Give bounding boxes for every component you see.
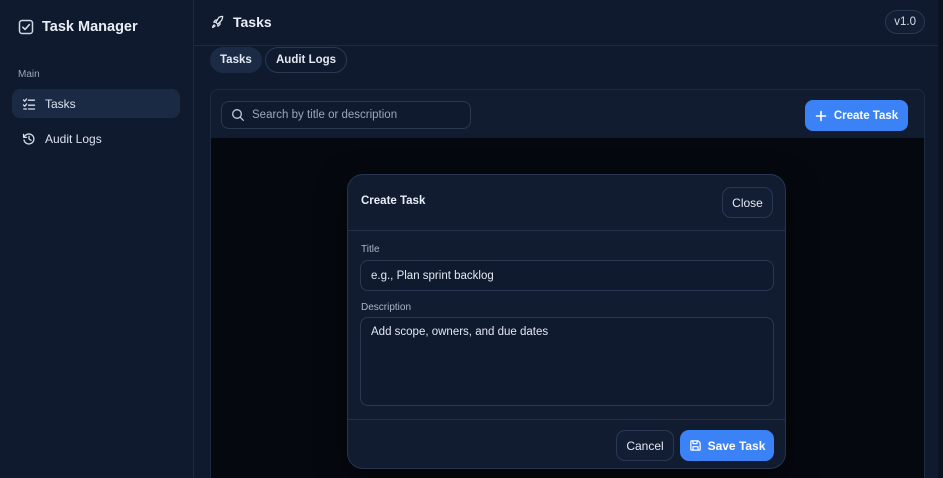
dialog-header: Create Task Close: [348, 175, 785, 231]
create-task-button[interactable]: Create Task: [805, 100, 908, 131]
description-field[interactable]: [360, 317, 774, 406]
close-button[interactable]: Close: [722, 187, 773, 218]
history-icon: [22, 132, 35, 145]
page-title-text: Tasks: [233, 14, 272, 30]
search-box[interactable]: [221, 101, 471, 129]
search-icon: [232, 109, 244, 121]
description-label: Description: [361, 302, 412, 313]
brand[interactable]: Task Manager: [18, 16, 138, 38]
title-input[interactable]: [371, 269, 763, 282]
search-input[interactable]: [252, 109, 452, 121]
tab-audit-logs[interactable]: Audit Logs: [265, 47, 348, 73]
sidebar: Task Manager Main Tasks Audit Logs: [0, 0, 194, 478]
dialog-title: Create Task: [361, 195, 426, 207]
version-badge: v1.0: [885, 10, 925, 34]
cancel-button[interactable]: Cancel: [616, 430, 674, 461]
save-icon: [689, 440, 701, 451]
title-label: Title: [361, 244, 380, 255]
save-task-label: Save Task: [707, 438, 766, 453]
tab-tasks[interactable]: Tasks: [210, 47, 262, 73]
page-title: Tasks: [210, 12, 272, 32]
sidebar-section-label: Main: [18, 69, 40, 80]
create-task-dialog: Create Task Close Title Description Canc…: [347, 174, 786, 469]
brand-name: Task Manager: [42, 19, 138, 35]
list-check-icon: [22, 97, 36, 110]
description-textarea[interactable]: [371, 326, 763, 397]
plus-icon: [815, 110, 827, 121]
top-bar: Tasks v1.0: [194, 0, 938, 46]
dialog-footer: Cancel Save Task: [348, 419, 785, 468]
save-task-button[interactable]: Save Task: [680, 430, 774, 461]
create-task-label: Create Task: [833, 109, 899, 122]
sidebar-item-label: Tasks: [45, 96, 76, 111]
sidebar-item-audit-logs[interactable]: Audit Logs: [12, 124, 180, 153]
sidebar-item-tasks[interactable]: Tasks: [12, 89, 180, 118]
rocket-icon: [211, 15, 224, 28]
title-field[interactable]: [360, 260, 774, 291]
checkbox-logo-icon: [18, 19, 34, 35]
sidebar-item-label: Audit Logs: [45, 131, 102, 146]
